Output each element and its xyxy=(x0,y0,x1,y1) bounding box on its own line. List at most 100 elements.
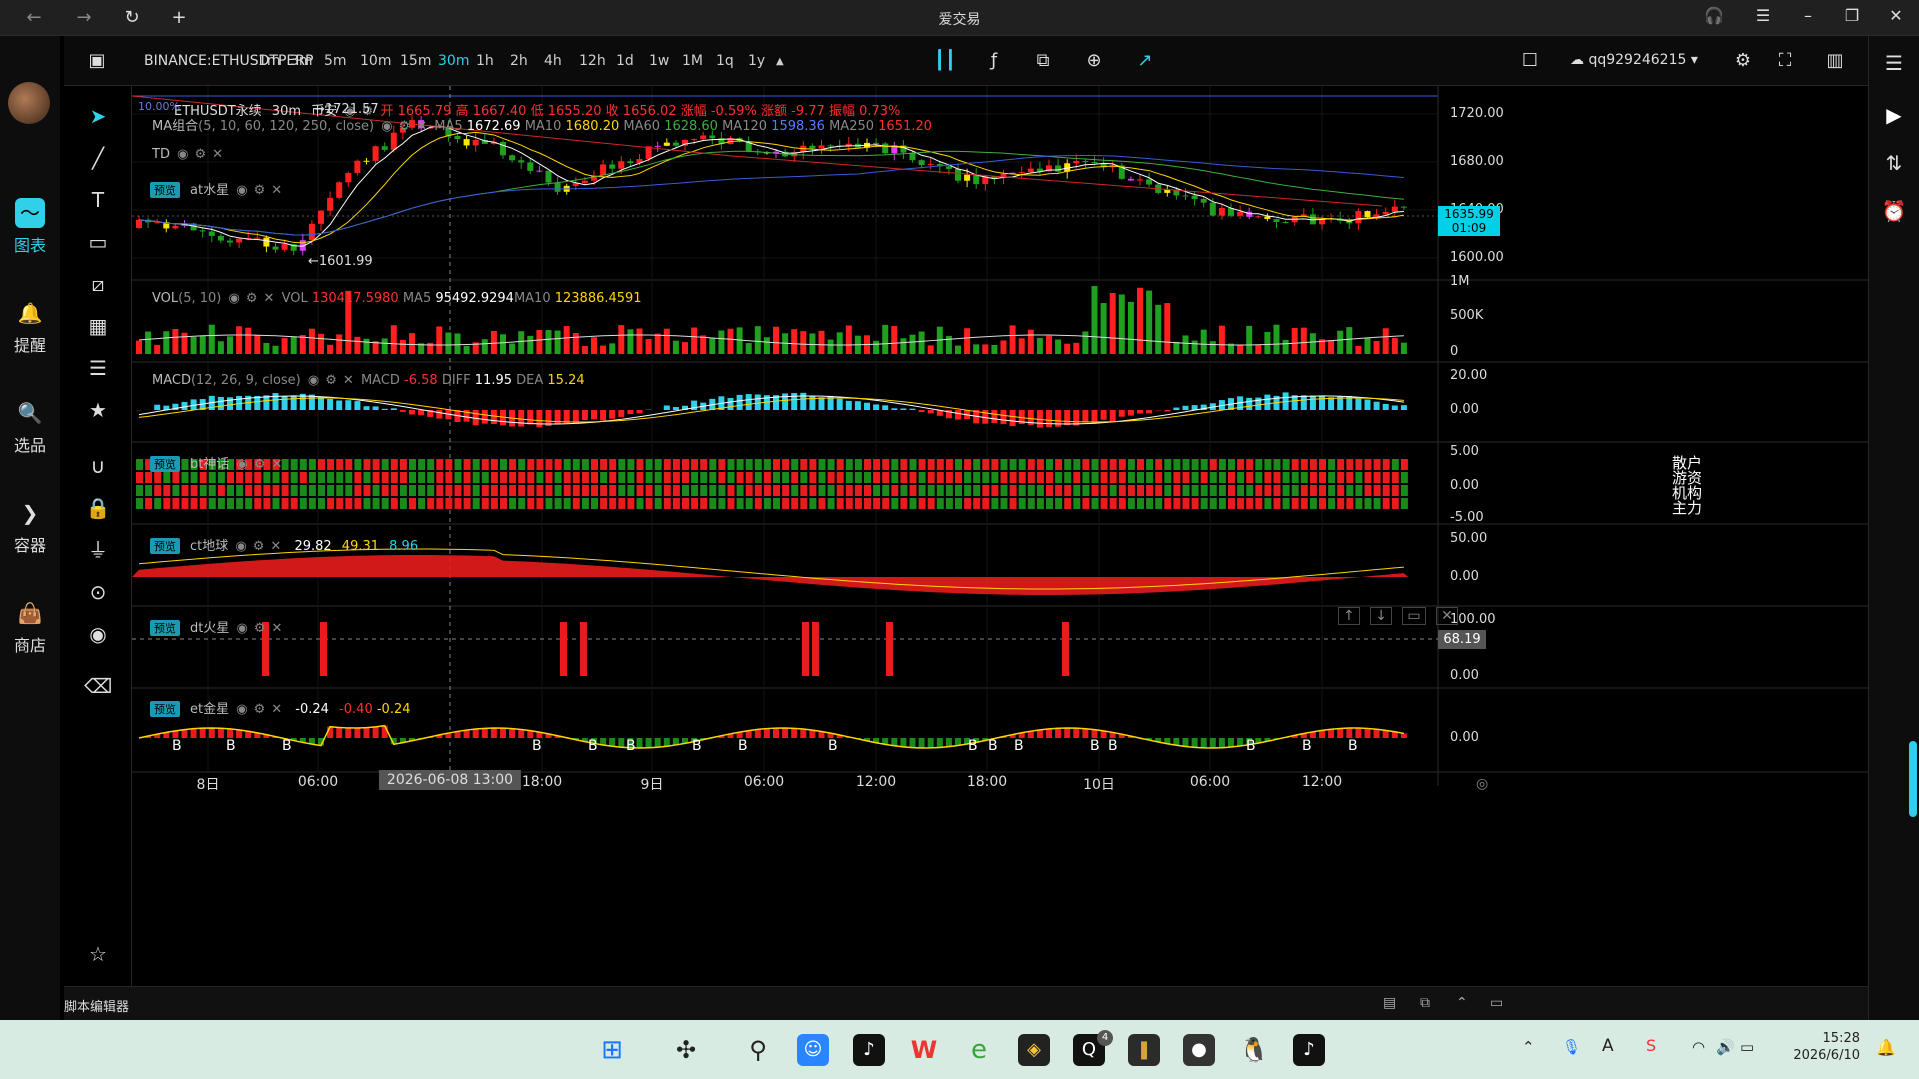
fullscreen-icon[interactable]: ⛶ xyxy=(1772,48,1798,74)
square-icon[interactable]: ☐ xyxy=(1517,48,1543,74)
maximize-button[interactable]: ❐ xyxy=(1838,6,1866,25)
tiktok-icon[interactable]: ♪ xyxy=(853,1034,885,1066)
chat-bot-icon[interactable]: ☺ xyxy=(797,1034,829,1066)
axis-settings-icon[interactable]: ◎ xyxy=(1476,776,1488,792)
timeframe-1M[interactable]: 1M xyxy=(682,53,703,69)
panel-toggle-icon[interactable]: ▥ xyxy=(1822,48,1848,74)
eye-icon[interactable]: ◉ xyxy=(236,183,247,198)
timeframe-1d[interactable]: 1d xyxy=(616,53,634,69)
volume-icon[interactable]: 🔊 xyxy=(1716,1038,1735,1056)
cursor-icon[interactable]: ➤ xyxy=(84,102,112,130)
chevron-up-icon[interactable]: ⌃ xyxy=(1456,995,1468,1011)
line-tool-icon[interactable]: ╱ xyxy=(84,144,112,172)
windows-start-icon[interactable]: ⊞ xyxy=(596,1034,628,1066)
compare-icon[interactable]: ⧉ xyxy=(1030,48,1056,74)
timeframe-more-icon[interactable]: ▲ xyxy=(776,56,784,67)
eraser-icon[interactable]: ⌫ xyxy=(84,672,112,700)
headset-icon[interactable]: 🎧 xyxy=(1700,6,1728,25)
script-editor-label[interactable]: 脚本编辑器 xyxy=(64,996,129,1015)
settings-icon[interactable]: ⚙ xyxy=(254,702,266,717)
refresh-button[interactable]: ↻ xyxy=(120,7,144,28)
security-app-icon[interactable]: S xyxy=(1646,1036,1656,1055)
close-button[interactable]: ✕ xyxy=(1882,6,1910,25)
fib-tool-icon[interactable]: ☰ xyxy=(84,354,112,382)
swap-icon[interactable]: ⇅ xyxy=(1879,148,1909,178)
star-tool-icon[interactable]: ★ xyxy=(84,396,112,424)
trading-app-icon[interactable]: ◈ xyxy=(1018,1034,1050,1066)
wifi-icon[interactable]: ◠ xyxy=(1692,1038,1705,1056)
timeframe-1w[interactable]: 1w xyxy=(649,53,669,69)
timeframe-3m[interactable]: 3m xyxy=(290,53,313,69)
nav-container[interactable]: ❯ 容器 xyxy=(0,498,60,556)
close-icon[interactable]: ✕ xyxy=(272,457,283,472)
eye-icon[interactable]: ◉ xyxy=(237,457,248,472)
settings-icon[interactable]: ⚙ xyxy=(254,621,266,636)
alert-add-icon[interactable]: ⊕ xyxy=(1081,48,1107,74)
settings-icon[interactable]: ⚙ xyxy=(1730,48,1756,74)
measure-tool-icon[interactable]: ⧄ xyxy=(84,270,112,298)
close-icon[interactable]: ✕ xyxy=(270,539,281,554)
popout-icon[interactable]: ⧉ xyxy=(1420,995,1430,1011)
notification-bell-icon[interactable]: 🔔 xyxy=(1876,1038,1896,1057)
tray-chevron-icon[interactable]: ⌃ xyxy=(1522,1038,1535,1056)
target-icon[interactable]: ⊙ xyxy=(84,578,112,606)
save-icon[interactable]: ▤ xyxy=(1383,995,1396,1011)
settings-icon[interactable]: ⚙ xyxy=(325,373,337,388)
ime-icon[interactable]: A xyxy=(1602,1036,1614,1056)
book-app-icon[interactable]: ❚ xyxy=(1128,1034,1160,1066)
indicator-icon[interactable]: ƒ xyxy=(981,48,1007,74)
back-button[interactable]: ← xyxy=(22,7,46,28)
favorite-icon[interactable]: ☆ xyxy=(84,940,112,968)
eye-icon[interactable]: ◉ xyxy=(177,147,188,162)
forward-button[interactable]: → xyxy=(72,7,96,28)
close-icon[interactable]: ✕ xyxy=(271,702,282,717)
settings-icon[interactable]: ⚙ xyxy=(254,183,266,198)
settings-icon[interactable]: ⚙ xyxy=(194,147,206,162)
expand-icon[interactable]: ▭ xyxy=(1490,995,1503,1011)
system-clock[interactable]: 15:28 2026/6/10 xyxy=(1790,1030,1860,1064)
grid-tool-icon[interactable]: ▦ xyxy=(84,312,112,340)
microphone-icon[interactable]: 🎙 xyxy=(1562,1038,1581,1056)
close-icon[interactable]: ✕ xyxy=(212,147,223,162)
close-icon[interactable]: ✕ xyxy=(416,119,427,134)
user-menu[interactable]: ☁ qq929246215 ▾ xyxy=(1570,52,1698,68)
magnet-icon[interactable]: ∪ xyxy=(84,452,112,480)
clock-icon[interactable]: ⏰ xyxy=(1879,196,1909,226)
nav-select[interactable]: 🔍 选品 xyxy=(0,398,60,456)
play-icon[interactable]: ▶ xyxy=(1879,100,1909,130)
drawing-toggle-icon[interactable]: ↗ xyxy=(1132,48,1158,74)
minimize-button[interactable]: – xyxy=(1794,6,1822,25)
close-icon[interactable]: ✕ xyxy=(272,621,283,636)
nav-shop[interactable]: 👜 商店 xyxy=(0,598,60,656)
timeframe-1y[interactable]: 1y xyxy=(748,53,765,69)
battery-icon[interactable]: ▭ xyxy=(1740,1038,1754,1056)
layout-icon[interactable]: ▣ xyxy=(84,48,110,74)
settings-icon[interactable]: ⚙ xyxy=(254,457,266,472)
symbol-selector[interactable]: BINANCE:ETHUSDTPERP xyxy=(144,53,313,69)
timeframe-10m[interactable]: 10m xyxy=(360,53,391,69)
lock-icon[interactable]: 🔒 xyxy=(84,494,112,522)
timeframe-1h[interactable]: 1h xyxy=(476,53,494,69)
timeframe-5m[interactable]: 5m xyxy=(324,53,347,69)
edge-browser-icon[interactable]: e xyxy=(963,1034,995,1066)
pinwheel-app-icon[interactable]: ✣ xyxy=(670,1034,702,1066)
eye-icon[interactable]: ◉ xyxy=(235,539,246,554)
qq-penguin-icon[interactable]: 🐧 xyxy=(1238,1034,1270,1066)
filter-icon[interactable]: ⏚ xyxy=(84,536,112,564)
game-app-icon[interactable]: ● xyxy=(1183,1034,1215,1066)
close-icon[interactable]: ✕ xyxy=(271,183,282,198)
wps-icon[interactable]: W xyxy=(908,1034,940,1066)
settings-icon[interactable]: ⚙ xyxy=(246,291,258,306)
search-icon[interactable]: ⚲ xyxy=(742,1034,774,1066)
eye-icon[interactable]: ◉ xyxy=(308,373,319,388)
nav-alert[interactable]: 🔔 提醒 xyxy=(0,298,60,356)
timeframe-2h[interactable]: 2h xyxy=(510,53,528,69)
timeframe-30m[interactable]: 30m xyxy=(438,53,469,69)
timeframe-4h[interactable]: 4h xyxy=(544,53,562,69)
candle-style-icon[interactable]: ┃┃ xyxy=(932,48,958,74)
nav-chart[interactable]: 〜 图表 xyxy=(0,198,60,256)
eye-icon[interactable]: ◉ xyxy=(84,620,112,648)
move-down-icon[interactable]: ↓ xyxy=(1370,607,1392,625)
eye-icon[interactable]: ◉ xyxy=(229,291,240,306)
timeframe-1m[interactable]: 1m xyxy=(258,53,281,69)
